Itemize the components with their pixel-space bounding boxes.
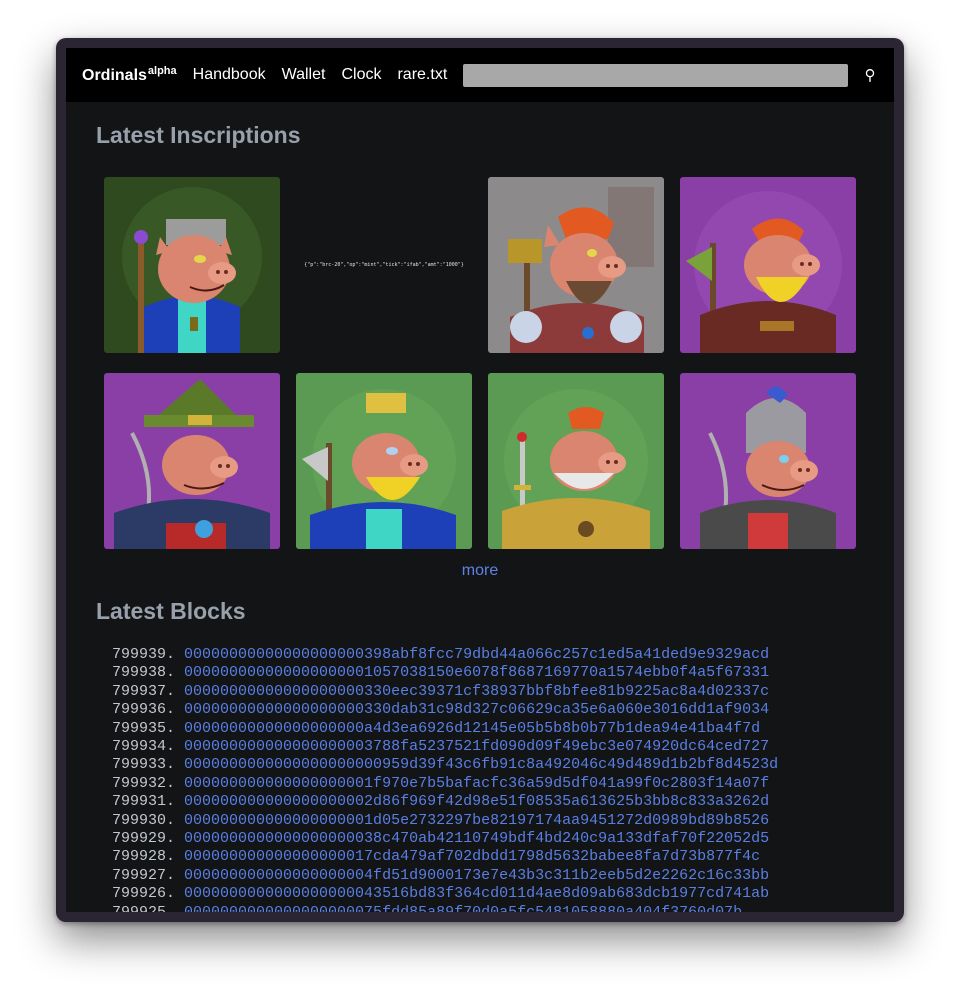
block-hash-link[interactable]: 0000000000000000000000959d39f43c6fb91c8a… (184, 756, 778, 773)
ordinals-logo-link[interactable]: Ordinalsalpha (82, 65, 177, 85)
block-row: 799927. 000000000000000000004fd51d900017… (112, 867, 778, 885)
block-row: 799936. 00000000000000000000330dab31c98d… (112, 701, 778, 719)
pig-gold-armor-image (488, 373, 664, 549)
pig-wizard-hat-image (104, 373, 280, 549)
inscription-thumbnail-2[interactable]: {"p":"brc-20","op":"mint","tick":"ifab",… (296, 177, 472, 353)
brand-alpha-tag: alpha (147, 65, 177, 77)
pig-helmet-bow-image (680, 373, 856, 549)
block-hash-link[interactable]: 00000000000000000000398abf8fcc79dbd44a06… (184, 646, 769, 663)
block-hash-link[interactable]: 000000000000000000001d05e2732297be821971… (184, 812, 769, 829)
block-height: 799928. (112, 848, 176, 866)
search-input[interactable] (463, 63, 848, 87)
brand-name: Ordinals (82, 67, 147, 84)
block-row: 799928. 000000000000000000017cda479af702… (112, 848, 778, 866)
block-hash-link[interactable]: 000000000000000000004fd51d9000173e7e43b3… (184, 867, 769, 884)
browser-window: Ordinalsalpha Handbook Wallet Clock rare… (56, 38, 904, 922)
inscription-thumbnail-5[interactable] (104, 373, 280, 549)
block-row: 799934. 000000000000000000003788fa523752… (112, 738, 778, 756)
more-inscriptions-link[interactable]: more (66, 562, 894, 580)
block-hash-link[interactable]: 00000000000000000000330eec39371cf38937bb… (184, 683, 769, 700)
inscription-thumbnail-6[interactable] (296, 373, 472, 549)
block-row: 799929. 0000000000000000000038c470ab4211… (112, 830, 778, 848)
block-row: 799939. 00000000000000000000398abf8fcc79… (112, 646, 778, 664)
pig-wizard-green-image (104, 177, 280, 353)
block-row: 799930. 000000000000000000001d05e2732297… (112, 812, 778, 830)
block-hash-link[interactable]: 0000000000000000000043516bd83f364cd011d4… (184, 885, 769, 902)
block-hash-link[interactable]: 0000000000000000000075fdd85a89f70d0a5fc5… (184, 904, 742, 912)
inscription-thumbnail-8[interactable] (680, 373, 856, 549)
inscription-thumbnail-4[interactable] (680, 177, 856, 353)
block-height: 799935. (112, 719, 176, 737)
nav-link-clock[interactable]: Clock (341, 66, 381, 84)
block-row: 799935. 00000000000000000000a4d3ea6926d1… (112, 720, 778, 738)
block-height: 799932. (112, 774, 176, 792)
block-row: 799937. 00000000000000000000330eec39371c… (112, 683, 778, 701)
block-row: 799932. 000000000000000000001f970e7b5baf… (112, 775, 778, 793)
inscriptions-grid: {"p":"brc-20","op":"mint","tick":"ifab",… (104, 177, 856, 549)
search-icon[interactable]: ⚲ (862, 66, 878, 84)
block-height: 799937. (112, 682, 176, 700)
block-height: 799933. (112, 756, 176, 774)
block-height: 799926. (112, 885, 176, 903)
block-height: 799939. (112, 646, 176, 663)
block-height: 799934. (112, 738, 176, 756)
inscription-thumbnail-7[interactable] (488, 373, 664, 549)
block-row: 799926. 0000000000000000000043516bd83f36… (112, 885, 778, 903)
page-viewport: Ordinalsalpha Handbook Wallet Clock rare… (66, 48, 894, 912)
nav-link-rare-txt[interactable]: rare.txt (397, 66, 447, 84)
block-row: 799925. 0000000000000000000075fdd85a89f7… (112, 904, 778, 912)
block-row: 799931. 000000000000000000002d86f969f42d… (112, 793, 778, 811)
block-height: 799925. (112, 904, 175, 912)
latest-inscriptions-heading: Latest Inscriptions (96, 122, 301, 148)
inscription-thumbnail-1[interactable] (104, 177, 280, 353)
block-height: 799930. (112, 811, 176, 829)
block-hash-link[interactable]: 000000000000000000002d86f969f42d98e51f08… (184, 793, 769, 810)
latest-blocks-heading: Latest Blocks (96, 598, 246, 624)
inscription-thumbnail-3[interactable] (488, 177, 664, 353)
block-hash-link[interactable]: 000000000000000000003788fa5237521fd090d0… (184, 738, 769, 755)
latest-blocks-list: 799939. 00000000000000000000398abf8fcc79… (112, 646, 778, 912)
top-navigation: Ordinalsalpha Handbook Wallet Clock rare… (66, 48, 894, 102)
block-height: 799929. (112, 830, 176, 848)
pig-piggy-axe-image (680, 177, 856, 353)
pig-warrior-hammer-image (488, 177, 664, 353)
block-hash-link[interactable]: 00000000000000000000330dab31c98d327c0662… (184, 701, 769, 718)
pig-blue-jacket-axe-image (296, 373, 472, 549)
inscription-text-content: {"p":"brc-20","op":"mint","tick":"ifab",… (304, 262, 464, 268)
block-height: 799931. (112, 793, 176, 811)
block-hash-link[interactable]: 000000000000000000017cda479af702dbdd1798… (184, 848, 760, 865)
block-height: 799936. (112, 701, 176, 719)
block-hash-link[interactable]: 000000000000000000001f970e7b5bafacfc36a5… (184, 775, 769, 792)
block-height: 799938. (112, 664, 176, 682)
block-hash-link[interactable]: 000000000000000000001057038150e6078f8687… (184, 664, 769, 681)
block-hash-link[interactable]: 0000000000000000000038c470ab42110749bdf4… (184, 830, 769, 847)
block-height: 799927. (112, 866, 176, 884)
block-row: 799933. 0000000000000000000000959d39f43c… (112, 756, 778, 774)
block-hash-link[interactable]: 00000000000000000000a4d3ea6926d12145e05b… (184, 720, 760, 737)
block-row: 799938. 000000000000000000001057038150e6… (112, 664, 778, 682)
nav-link-handbook[interactable]: Handbook (193, 66, 266, 84)
nav-link-wallet[interactable]: Wallet (282, 66, 326, 84)
